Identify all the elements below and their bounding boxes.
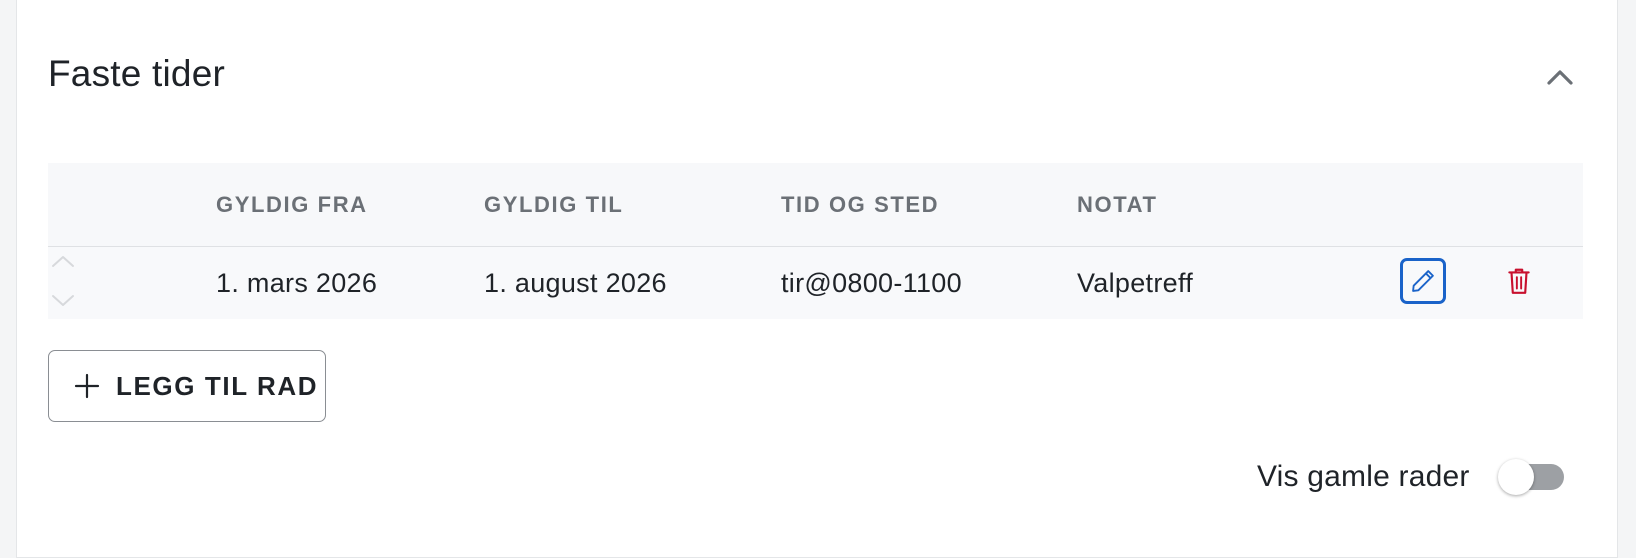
table-header: GYLDIG FRA GYLDIG TIL TID OG STED NOTAT (48, 163, 1583, 247)
cell-gyldig-fra: 1. mars 2026 (216, 268, 378, 298)
column-header-gyldig-fra: GYLDIG FRA (216, 192, 368, 217)
show-old-rows-label: Vis gamle rader (1257, 460, 1470, 493)
chevron-up-icon (1547, 70, 1573, 85)
faste-tider-card: Faste tider GYLDIG FRA GYLDIG TIL TID OG… (16, 0, 1618, 558)
move-down-button[interactable] (50, 293, 76, 309)
section-title: Faste tider (48, 53, 225, 94)
plus-icon (73, 372, 101, 400)
add-row-button[interactable]: LEGG TIL RAD (48, 350, 326, 422)
chevron-down-icon (52, 295, 74, 306)
cell-tid-og-sted: tir@0800-1100 (781, 268, 962, 298)
collapse-button[interactable] (1540, 57, 1580, 97)
move-up-button[interactable] (50, 253, 76, 269)
table-row: 1. mars 2026 1. august 2026 tir@0800-110… (48, 247, 1583, 319)
show-old-rows-toggle[interactable] (1496, 455, 1566, 499)
column-header-gyldig-til: GYLDIG TIL (484, 192, 624, 217)
add-row-label: LEGG TIL RAD (116, 370, 319, 401)
column-header-tid-og-sted: TID OG STED (781, 192, 940, 217)
toggle-knob (1497, 459, 1534, 495)
show-old-rows-control: Vis gamle rader (1257, 455, 1566, 499)
edit-button[interactable] (1400, 258, 1446, 304)
delete-button[interactable] (1496, 258, 1542, 304)
times-table: GYLDIG FRA GYLDIG TIL TID OG STED NOTAT … (48, 163, 1583, 319)
chevron-up-icon (52, 256, 74, 267)
cell-notat: Valpetreff (1077, 268, 1194, 298)
pencil-icon (1412, 270, 1434, 292)
column-header-notat: NOTAT (1077, 192, 1158, 217)
trash-icon (1508, 268, 1530, 294)
cell-gyldig-til: 1. august 2026 (484, 268, 667, 298)
